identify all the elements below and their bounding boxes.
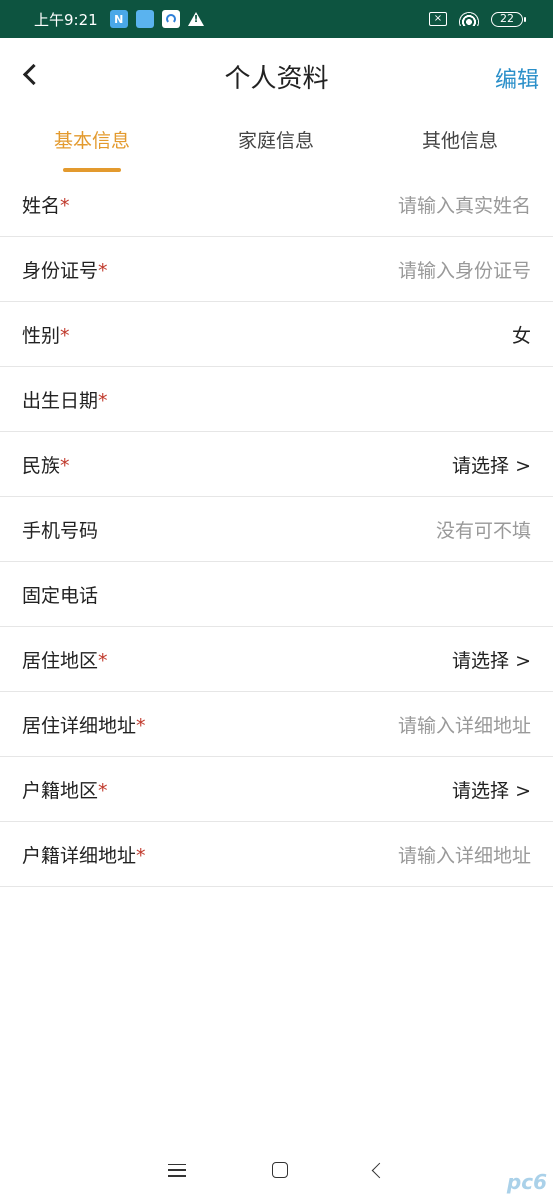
watermark-logo: pc6 — [506, 1170, 547, 1194]
status-time: 上午9:21 — [34, 10, 98, 29]
form-label: 民族 — [22, 454, 61, 477]
back-icon[interactable] — [371, 1162, 388, 1178]
no-sim-icon: × — [429, 12, 447, 26]
residence-area-select[interactable]: 请选择 > — [452, 646, 531, 673]
home-icon[interactable] — [272, 1162, 288, 1178]
form-row-gender[interactable]: 性别* 女 — [0, 302, 553, 367]
required-mark: * — [60, 194, 70, 217]
id-number-input[interactable]: 请输入身份证号 — [398, 256, 531, 283]
form-row-household-area[interactable]: 户籍地区* 请选择 > — [0, 757, 553, 822]
tab-other-info[interactable]: 其他信息 — [368, 114, 552, 172]
form-label: 居住详细地址 — [22, 714, 137, 737]
gender-select[interactable]: 女 — [512, 321, 531, 348]
form-label: 身份证号 — [22, 259, 99, 282]
form-row-household-address[interactable]: 户籍详细地址* 请输入详细地址 — [0, 822, 553, 887]
system-nav-bar — [0, 1140, 553, 1200]
required-mark: * — [60, 454, 70, 477]
menu-icon[interactable] — [168, 1163, 186, 1177]
form-row-landline[interactable]: 固定电话 — [0, 562, 553, 627]
status-left: 上午9:21 N — [34, 9, 204, 30]
back-button[interactable] — [10, 54, 50, 94]
edit-button[interactable]: 编辑 — [495, 62, 539, 94]
household-address-input[interactable]: 请输入详细地址 — [398, 841, 531, 868]
required-mark: * — [136, 844, 146, 867]
required-mark: * — [98, 779, 108, 802]
residence-address-input[interactable]: 请输入详细地址 — [398, 711, 531, 738]
form-row-mobile[interactable]: 手机号码 没有可不填 — [0, 497, 553, 562]
form-label: 出生日期 — [22, 389, 99, 412]
page-title: 个人资料 — [224, 63, 329, 94]
household-area-select[interactable]: 请选择 > — [452, 776, 531, 803]
app-bar: 个人资料 编辑 — [0, 38, 553, 114]
required-mark: * — [98, 649, 108, 672]
form-label: 固定电话 — [22, 584, 99, 607]
required-mark: * — [98, 389, 108, 412]
notification-sync-icon — [161, 10, 180, 28]
form-label: 性别 — [22, 324, 61, 347]
required-mark: * — [136, 714, 146, 737]
form-row-name[interactable]: 姓名* 请输入真实姓名 — [0, 172, 553, 237]
notification-app-icon — [135, 10, 154, 28]
form-row-birth-date[interactable]: 出生日期* — [0, 367, 553, 432]
warning-icon — [187, 12, 204, 26]
profile-form: 姓名* 请输入真实姓名 身份证号* 请输入身份证号 性别* 女 出生日期* 民族… — [0, 172, 553, 887]
form-label: 姓名 — [22, 194, 61, 217]
battery-icon: 22 — [491, 11, 526, 27]
form-label: 手机号码 — [22, 519, 99, 542]
form-label: 户籍地区 — [22, 779, 99, 802]
ethnicity-select[interactable]: 请选择 > — [452, 451, 531, 478]
form-row-id-number[interactable]: 身份证号* 请输入身份证号 — [0, 237, 553, 302]
tab-basic-info[interactable]: 基本信息 — [0, 114, 184, 172]
mobile-input[interactable]: 没有可不填 — [436, 516, 531, 543]
form-label: 户籍详细地址 — [22, 844, 137, 867]
notification-n-icon: N — [109, 10, 128, 28]
required-mark: * — [98, 259, 108, 282]
form-row-residence-area[interactable]: 居住地区* 请选择 > — [0, 627, 553, 692]
required-mark: * — [60, 324, 70, 347]
form-row-residence-address[interactable]: 居住详细地址* 请输入详细地址 — [0, 692, 553, 757]
name-input[interactable]: 请输入真实姓名 — [398, 191, 531, 218]
form-label: 居住地区 — [22, 649, 99, 672]
tab-family-info[interactable]: 家庭信息 — [184, 114, 368, 172]
form-row-ethnicity[interactable]: 民族* 请选择 > — [0, 432, 553, 497]
wifi-icon — [459, 12, 479, 26]
tab-bar: 基本信息 家庭信息 其他信息 — [0, 114, 553, 172]
status-bar: 上午9:21 N × 22 — [0, 0, 553, 38]
status-right: × 22 — [429, 11, 526, 27]
chevron-left-icon — [22, 63, 44, 85]
